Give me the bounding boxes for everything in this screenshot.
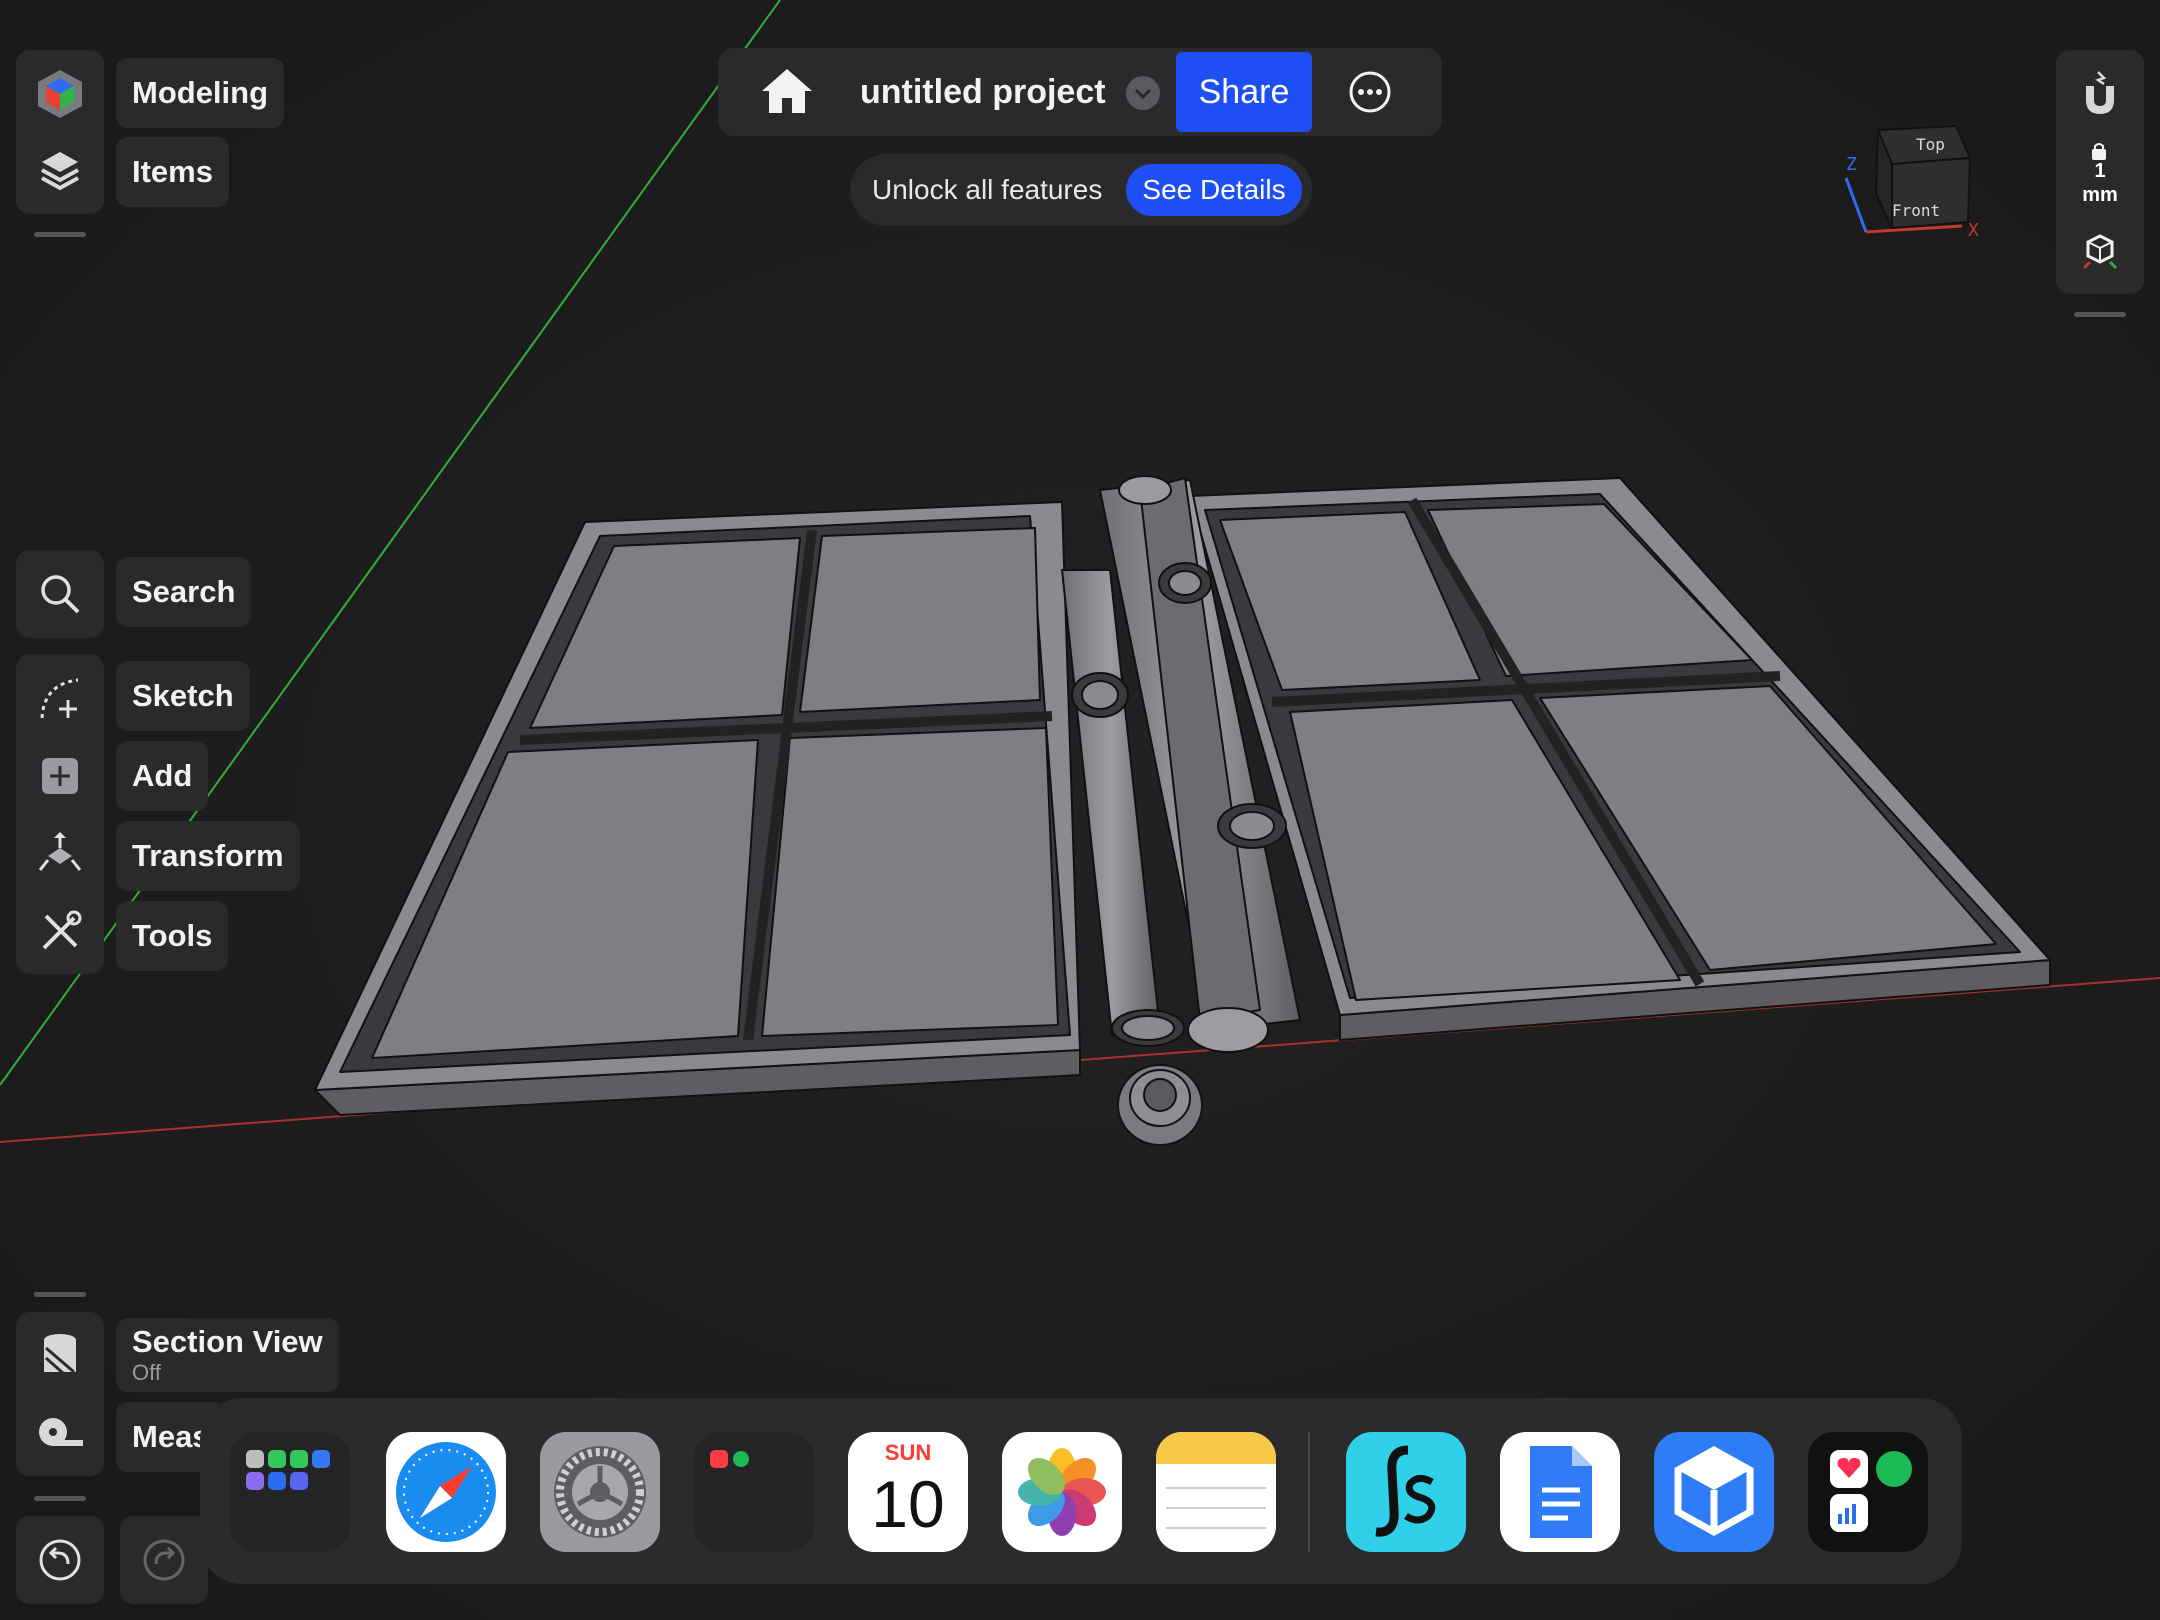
rail-handle-top[interactable] xyxy=(34,232,86,237)
app-dock: SUN 10 xyxy=(200,1398,1962,1584)
snap-magnet-button[interactable] xyxy=(2056,58,2144,130)
gear-icon xyxy=(554,1446,646,1538)
photos-flower-icon xyxy=(1018,1448,1106,1536)
transform-arrows-icon xyxy=(38,832,82,871)
grid-size-unit[interactable]: mm xyxy=(2056,184,2144,207)
view-rail xyxy=(16,1312,104,1476)
calendar-date: 10 xyxy=(871,1467,945,1541)
project-menu-chevron[interactable] xyxy=(1126,76,1160,110)
dock-photos[interactable] xyxy=(1002,1432,1122,1552)
x-axis-label: X xyxy=(1968,220,1979,241)
ellipsis-circle-icon xyxy=(1349,71,1391,113)
wrench-screwdriver-icon xyxy=(42,910,82,950)
cube-color-icon xyxy=(38,70,82,118)
right-rail-handle[interactable] xyxy=(2074,312,2126,317)
tools-label[interactable]: Tools xyxy=(116,901,229,971)
tools-button[interactable] xyxy=(16,896,104,968)
notes-icon xyxy=(1156,1432,1276,1529)
dock-folder-messages[interactable] xyxy=(230,1432,350,1552)
section-view-state: Off xyxy=(132,1360,161,1385)
view-cube-front-label[interactable]: Front xyxy=(1892,201,1940,220)
dock-folder-health[interactable] xyxy=(1808,1432,1928,1552)
scriptable-icon xyxy=(1375,1445,1436,1537)
axis-cube-icon xyxy=(2082,234,2118,270)
upgrade-banner: Unlock all features See Details xyxy=(850,154,1312,226)
view-orientation-button[interactable] xyxy=(2056,214,2144,286)
items-label[interactable]: Items xyxy=(116,137,229,207)
modeling-workspace-button[interactable] xyxy=(16,58,104,130)
right-tools-rail: 1 mm xyxy=(2056,50,2144,294)
safari-compass-icon xyxy=(396,1442,496,1542)
section-view-label[interactable]: Section View Off xyxy=(116,1318,339,1392)
rail-handle-bottom[interactable] xyxy=(34,1292,86,1297)
grid-lock-icon[interactable] xyxy=(2090,142,2110,160)
measure-button[interactable] xyxy=(16,1396,104,1468)
project-title[interactable]: untitled project xyxy=(860,48,1106,136)
undo-icon xyxy=(39,1539,81,1581)
sketch-curve-icon xyxy=(40,678,79,719)
grid-size-value[interactable]: 1 xyxy=(2056,160,2144,183)
section-view-button[interactable] xyxy=(16,1320,104,1392)
sketch-button[interactable] xyxy=(16,662,104,734)
dock-separator xyxy=(1308,1432,1310,1552)
tools-rail xyxy=(16,654,104,974)
search-button[interactable] xyxy=(16,558,104,630)
upgrade-text: Unlock all features xyxy=(872,174,1103,205)
view-cube-top-label[interactable]: Top xyxy=(1916,135,1945,154)
items-button[interactable] xyxy=(16,134,104,206)
transform-label[interactable]: Transform xyxy=(116,821,300,891)
dock-folder-media[interactable] xyxy=(694,1432,814,1552)
redo-icon xyxy=(143,1539,185,1581)
dock-calendar[interactable]: SUN 10 xyxy=(848,1432,968,1552)
messages-folder-icon xyxy=(246,1450,330,1490)
search-icon xyxy=(41,575,80,614)
add-box-icon xyxy=(42,758,78,794)
dock-settings[interactable] xyxy=(540,1432,660,1552)
section-cylinder-icon xyxy=(44,1334,76,1376)
sketch-label[interactable]: Sketch xyxy=(116,661,250,731)
chevron-down-icon xyxy=(1134,88,1152,100)
undo-rail xyxy=(16,1516,104,1604)
redo-button[interactable] xyxy=(120,1524,208,1596)
share-button[interactable]: Share xyxy=(1176,52,1312,132)
search-rail xyxy=(16,550,104,638)
tape-measure-icon xyxy=(39,1418,83,1446)
magnet-icon xyxy=(2086,71,2114,114)
transform-button[interactable] xyxy=(16,818,104,890)
dock-notes[interactable] xyxy=(1156,1432,1276,1552)
add-button[interactable] xyxy=(16,740,104,812)
project-bar: untitled project Share xyxy=(718,48,1442,136)
rail-handle-undo[interactable] xyxy=(34,1496,86,1501)
docs-icon xyxy=(1530,1446,1592,1538)
more-options-button[interactable] xyxy=(1348,70,1392,114)
layers-icon xyxy=(41,152,79,191)
left-top-rail xyxy=(16,50,104,214)
calendar-day: SUN xyxy=(884,1440,932,1465)
search-label[interactable]: Search xyxy=(116,557,252,627)
undo-button[interactable] xyxy=(16,1524,104,1596)
see-details-button[interactable]: See Details xyxy=(1126,164,1302,216)
add-label[interactable]: Add xyxy=(116,741,209,811)
z-axis-label: Z xyxy=(1846,154,1857,175)
view-cube[interactable]: Top Front X Z xyxy=(1836,118,1986,246)
health-folder-icon xyxy=(1830,1450,1912,1532)
shapr3d-icon xyxy=(1674,1445,1754,1537)
redo-rail xyxy=(120,1516,208,1604)
dock-shapr3d[interactable] xyxy=(1654,1432,1774,1552)
dock-google-docs[interactable] xyxy=(1500,1432,1620,1552)
media-folder-icon xyxy=(710,1450,749,1468)
home-button[interactable] xyxy=(760,66,820,118)
dock-safari[interactable] xyxy=(386,1432,506,1552)
section-view-title: Section View xyxy=(132,1324,323,1359)
dock-scriptable[interactable] xyxy=(1346,1432,1466,1552)
home-icon xyxy=(762,69,812,113)
modeling-label[interactable]: Modeling xyxy=(116,58,285,128)
